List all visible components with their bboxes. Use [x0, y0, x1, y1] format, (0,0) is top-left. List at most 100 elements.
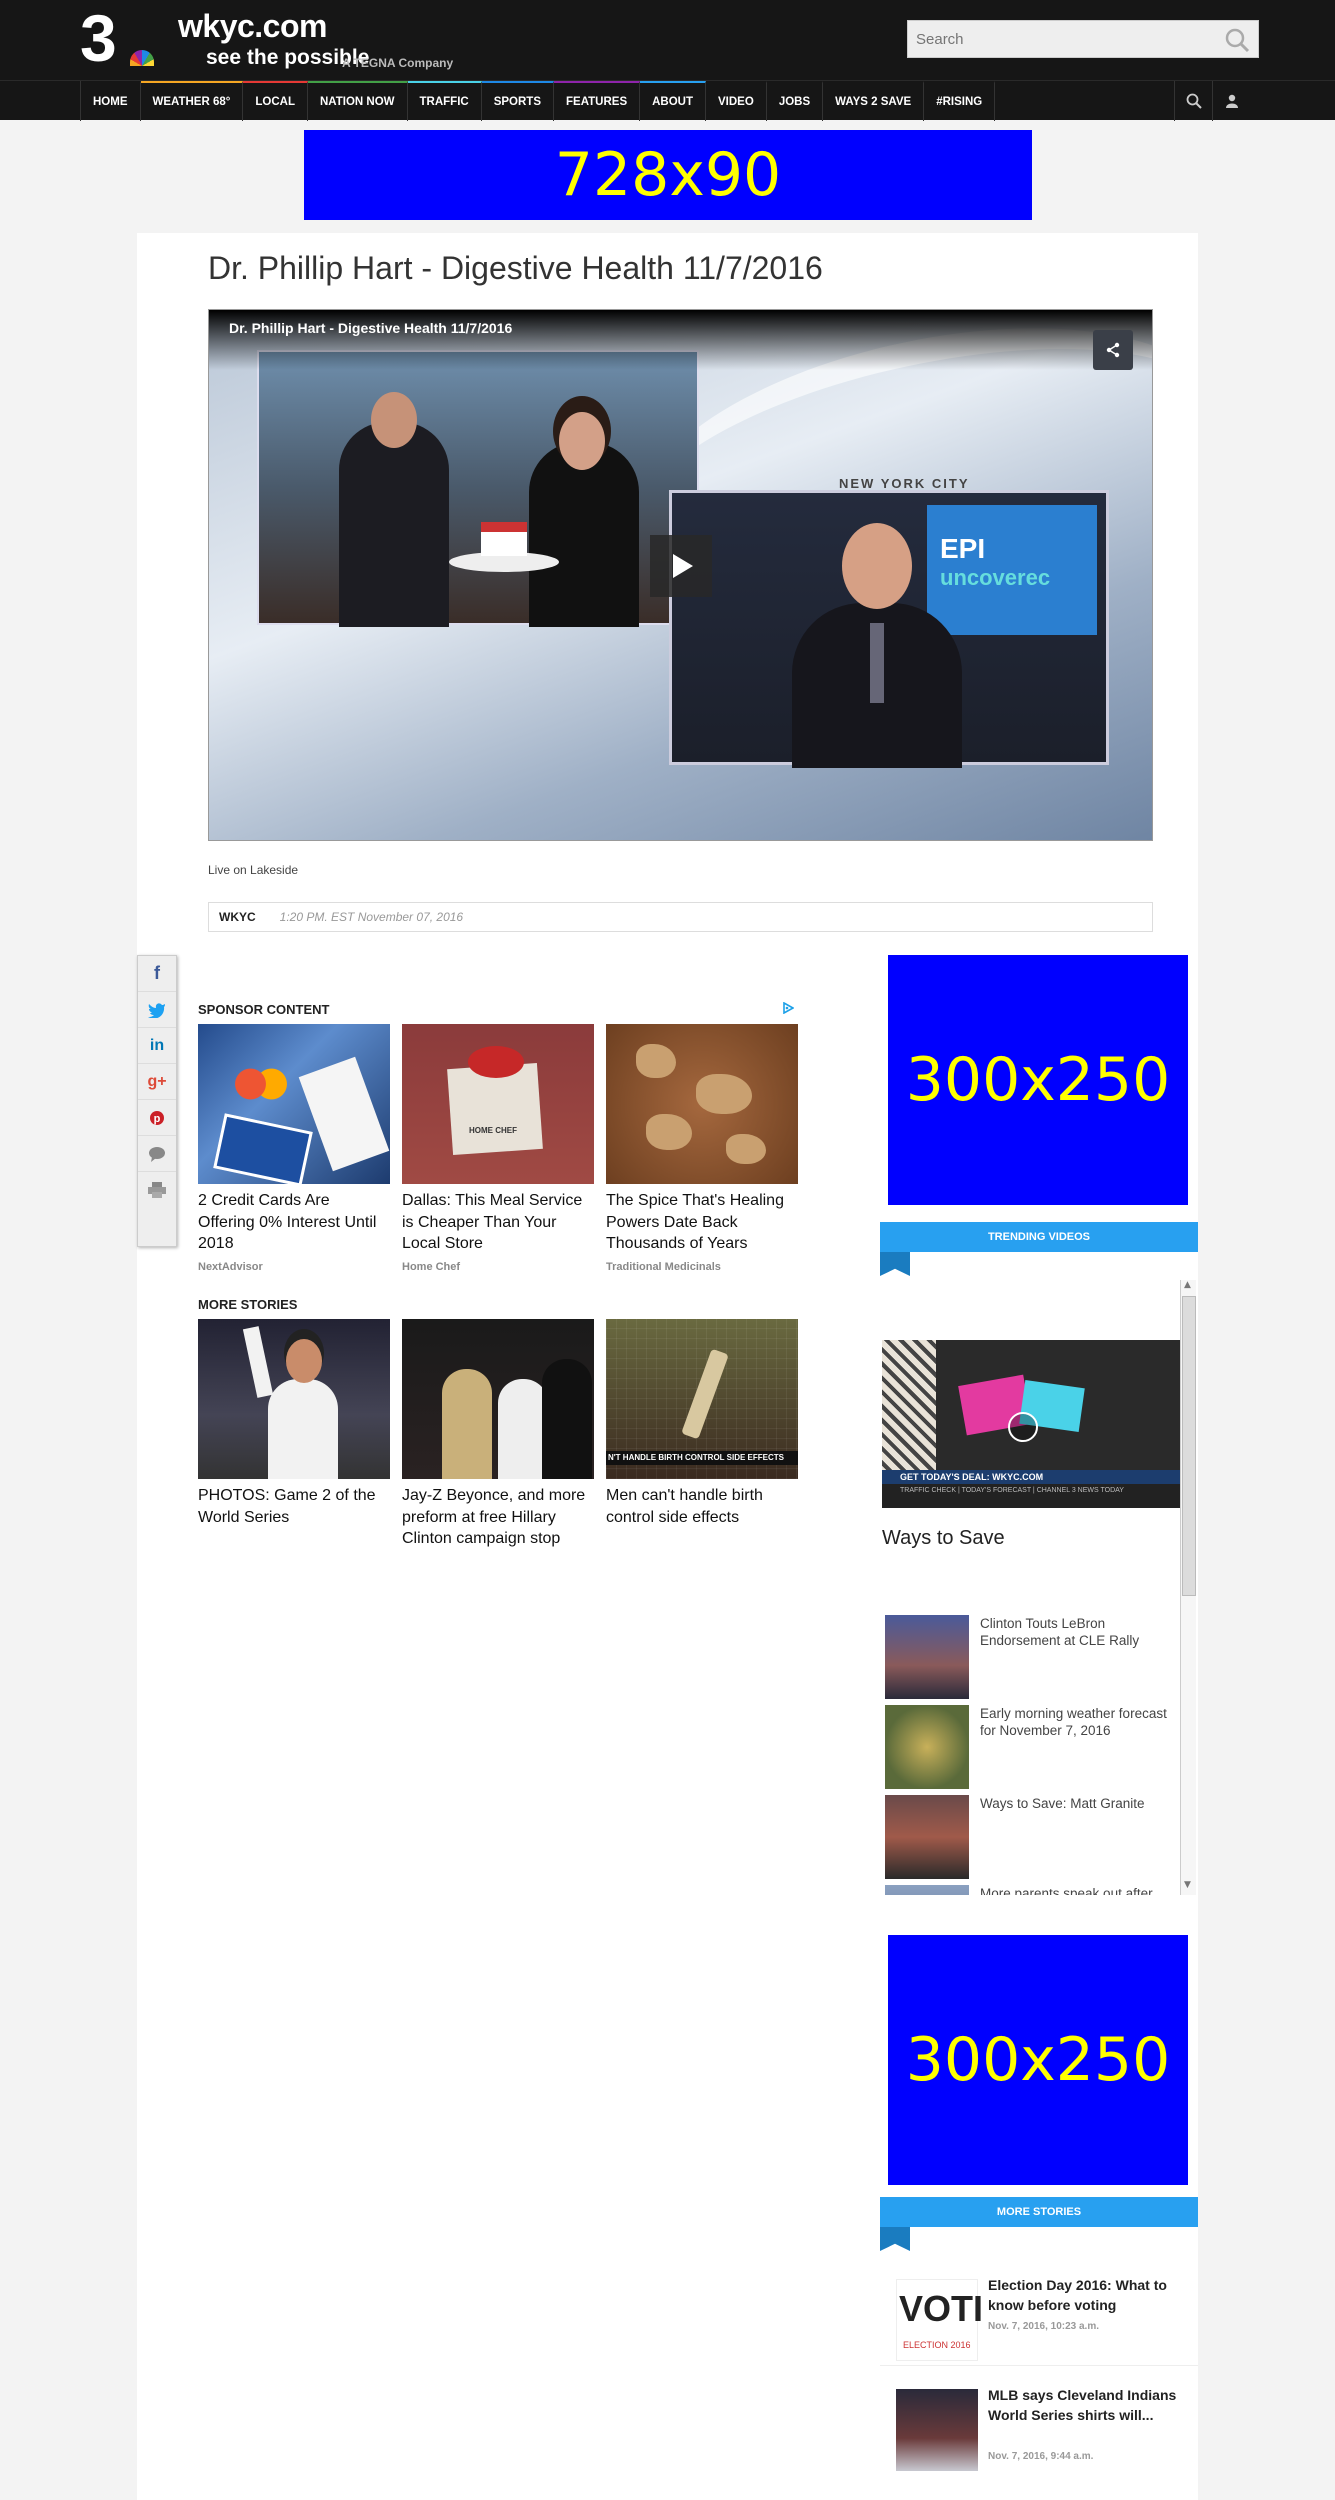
- leaderboard-ad[interactable]: 728x90: [304, 130, 1032, 220]
- featured-video-banner: GET TODAY'S DEAL: WKYC.COM: [882, 1470, 1180, 1484]
- trending-scrollbar[interactable]: ▲ ▼: [1180, 1280, 1196, 1895]
- article-source: WKYC: [219, 910, 256, 924]
- site-header: 3 wkyc.com see the possible A TEGNA Comp…: [0, 0, 1335, 80]
- featured-video-thumbnail[interactable]: GET TODAY'S DEAL: WKYC.COM TRAFFIC CHECK…: [882, 1340, 1180, 1508]
- search-input[interactable]: [908, 21, 1208, 57]
- user-account-icon[interactable]: [1212, 81, 1250, 121]
- featured-video-title[interactable]: Ways to Save: [882, 1527, 1005, 1550]
- trending-video-title[interactable]: More parents speak out after: [980, 1885, 1175, 1895]
- print-icon[interactable]: [138, 1172, 176, 1208]
- nav-utility-icons: [1174, 81, 1250, 121]
- article-meta: WKYC 1:20 PM. EST November 07, 2016: [208, 902, 1153, 932]
- sidebar-story-item[interactable]: MLB says Cleveland Indians World Series …: [880, 2375, 1198, 2475]
- nav-item[interactable]: SPORTS: [481, 81, 554, 121]
- sponsor-item-title[interactable]: 2 Credit Cards Are Offering 0% Interest …: [198, 1190, 390, 1255]
- nav-item[interactable]: WEATHER 68°: [140, 81, 244, 121]
- credit-cards-image[interactable]: [198, 1024, 390, 1184]
- share-button[interactable]: [1093, 330, 1133, 370]
- nav-item[interactable]: VIDEO: [706, 81, 767, 121]
- comment-icon[interactable]: [138, 1136, 176, 1172]
- ginger-root: [636, 1044, 676, 1078]
- video-player[interactable]: NEW YORK CITY EPI uncoverec Dr. Phillip …: [208, 309, 1153, 841]
- nbc-peacock-icon: [130, 50, 154, 66]
- trending-videos-label: TRENDING VIDEOS: [987, 1231, 1091, 1243]
- scroll-up-arrow-icon[interactable]: ▲: [1184, 1280, 1191, 1290]
- studio-scene-thumbnail: [257, 350, 699, 627]
- sponsor-item[interactable]: HOME CHEF Dallas: This Meal Service is C…: [402, 1024, 594, 1273]
- remote-guest-thumbnail: EPI uncoverec: [669, 490, 1109, 768]
- story-title[interactable]: PHOTOS: Game 2 of the World Series: [198, 1485, 390, 1528]
- trending-video-thumb[interactable]: [885, 1885, 969, 1895]
- trending-video-title[interactable]: Ways to Save: Matt Granite: [980, 1795, 1175, 1812]
- nav-item[interactable]: JOBS: [767, 81, 824, 121]
- play-button[interactable]: [650, 535, 712, 597]
- sidebar-story-title[interactable]: Election Day 2016: What to know before v…: [988, 2275, 1184, 2315]
- indians-shirt-thumb[interactable]: [896, 2389, 978, 2471]
- sidebar-story-title[interactable]: MLB says Cleveland Indians World Series …: [988, 2385, 1184, 2425]
- home-chef-image[interactable]: HOME CHEF: [402, 1024, 594, 1184]
- featured-video-ticker: TRAFFIC CHECK | TODAY'S FORECAST | CHANN…: [882, 1484, 1180, 1508]
- mastercard-logo: [226, 1062, 296, 1106]
- site-logo[interactable]: 3 wkyc.com see the possible A TEGNA Comp…: [80, 1, 453, 75]
- nav-item[interactable]: #RISING: [924, 81, 996, 121]
- trending-video-item[interactable]: More parents speak out after: [885, 1885, 1180, 1895]
- nav-item[interactable]: LOCAL: [243, 81, 308, 121]
- nav-item[interactable]: NATION NOW: [307, 81, 408, 121]
- scroll-down-arrow-icon[interactable]: ▼: [1184, 1880, 1191, 1890]
- sidebar-story-item[interactable]: VOTI ELECTION 2016 Election Day 2016: Wh…: [880, 2265, 1198, 2365]
- main-nav: HOME WEATHER 68° LOCAL NATION NOW TRAFFIC SPO…: [80, 81, 996, 121]
- performer-1: [442, 1369, 492, 1479]
- facebook-icon[interactable]: f: [138, 956, 176, 992]
- social-share-bar: f in g+ p: [137, 955, 177, 1247]
- sponsor-item-title[interactable]: The Spice That's Healing Powers Date Bac…: [606, 1190, 798, 1255]
- sidebar-ad-1[interactable]: 300x250: [888, 955, 1188, 1205]
- sidebar-story-date: Nov. 7, 2016, 10:23 a.m.: [988, 2321, 1099, 2332]
- trending-video-thumb[interactable]: [885, 1615, 969, 1699]
- story-item[interactable]: N'T HANDLE BIRTH CONTROL SIDE EFFECTS Me…: [606, 1319, 798, 1528]
- trending-video-title[interactable]: Clinton Touts LeBron Endorsement at CLE …: [980, 1615, 1175, 1649]
- scrollbar-thumb[interactable]: [1182, 1296, 1196, 1596]
- sponsor-item-title[interactable]: Dallas: This Meal Service is Cheaper Tha…: [402, 1190, 594, 1255]
- trending-video-title[interactable]: Early morning weather forecast for Novem…: [980, 1705, 1175, 1739]
- search-icon[interactable]: [1224, 27, 1250, 53]
- adchoices-icon[interactable]: [782, 1001, 795, 1015]
- sponsor-item[interactable]: The Spice That's Healing Powers Date Bac…: [606, 1024, 798, 1273]
- nav-item[interactable]: ABOUT: [640, 81, 707, 121]
- story-title[interactable]: Jay-Z Beyonce, and more preform at free …: [402, 1485, 594, 1550]
- visa-card-blue: [213, 1113, 313, 1184]
- nav-item[interactable]: TRAFFIC: [407, 81, 482, 121]
- pinterest-icon[interactable]: p: [138, 1100, 176, 1136]
- trending-video-thumb[interactable]: [885, 1705, 969, 1789]
- trending-video-item[interactable]: Clinton Touts LeBron Endorsement at CLE …: [885, 1615, 1180, 1699]
- sidebar-more-stories-label: MORE STORIES: [996, 2206, 1082, 2218]
- birth-control-image[interactable]: N'T HANDLE BIRTH CONTROL SIDE EFFECTS: [606, 1319, 798, 1479]
- play-circle-icon[interactable]: [1008, 1412, 1038, 1442]
- nav-search-icon[interactable]: [1174, 81, 1212, 121]
- player-head: [286, 1339, 322, 1383]
- video-top-shade: [209, 310, 1152, 370]
- story-item[interactable]: Jay-Z Beyonce, and more preform at free …: [402, 1319, 594, 1550]
- election-thumb[interactable]: VOTI ELECTION 2016: [896, 2279, 983, 2361]
- image-lower-third: N'T HANDLE BIRTH CONTROL SIDE EFFECTS: [606, 1451, 798, 1465]
- sponsor-item[interactable]: 2 Credit Cards Are Offering 0% Interest …: [198, 1024, 390, 1273]
- google-plus-icon[interactable]: g+: [138, 1064, 176, 1100]
- clinton-rally-image[interactable]: [402, 1319, 594, 1479]
- sidebar-ad-2[interactable]: 300x250: [888, 1935, 1188, 2185]
- trending-video-item[interactable]: Ways to Save: Matt Granite: [885, 1795, 1180, 1879]
- ginger-root: [646, 1114, 692, 1150]
- twitter-icon[interactable]: [138, 992, 176, 1028]
- sponsor-item-source: Home Chef: [402, 1260, 461, 1273]
- trending-video-item[interactable]: Early morning weather forecast for Novem…: [885, 1705, 1180, 1789]
- world-series-image[interactable]: [198, 1319, 390, 1479]
- logo-parent-company: A TEGNA Company: [342, 56, 454, 70]
- story-title[interactable]: Men can't handle birth control side effe…: [606, 1485, 798, 1528]
- nav-item[interactable]: WAYS 2 SAVE: [823, 81, 925, 121]
- nav-item[interactable]: HOME: [81, 81, 141, 121]
- linkedin-icon[interactable]: in: [138, 1028, 176, 1064]
- nav-item[interactable]: FEATURES: [554, 81, 641, 121]
- spice-image[interactable]: [606, 1024, 798, 1184]
- ginger-root: [696, 1074, 752, 1114]
- svg-text:p: p: [154, 1113, 161, 1125]
- trending-video-thumb[interactable]: [885, 1795, 969, 1879]
- story-item[interactable]: PHOTOS: Game 2 of the World Series: [198, 1319, 390, 1528]
